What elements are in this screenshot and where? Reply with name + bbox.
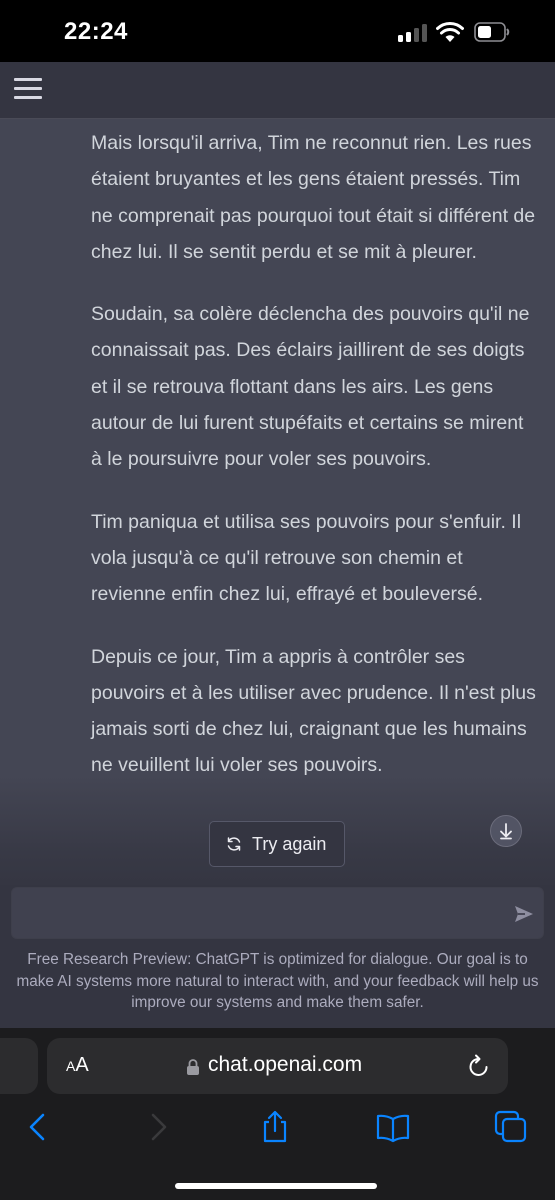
try-again-label: Try again xyxy=(252,833,327,854)
forward-icon[interactable] xyxy=(140,1110,174,1144)
reload-icon[interactable] xyxy=(467,1053,491,1079)
conversation-area[interactable]: Mais lorsqu'il arriva, Tim ne reconnut r… xyxy=(0,119,555,885)
arrow-down-icon xyxy=(500,823,512,840)
message-paragraph: Mais lorsqu'il arriva, Tim ne reconnut r… xyxy=(91,132,536,263)
hamburger-menu-icon[interactable] xyxy=(14,78,42,100)
refresh-icon xyxy=(227,837,241,851)
message-paragraph: Tim paniqua et utilisa ses pouvoirs pour… xyxy=(91,510,522,606)
bookmarks-icon[interactable] xyxy=(376,1110,410,1144)
message-paragraph: Depuis ce jour, Tim a appris à contrôler… xyxy=(91,645,536,777)
status-bar: 22:24 xyxy=(0,0,555,62)
message-input[interactable] xyxy=(24,888,498,940)
status-time: 22:24 xyxy=(64,18,128,45)
previous-tab-preview[interactable] xyxy=(0,1038,38,1094)
reader-options-button[interactable]: AA xyxy=(66,1054,89,1077)
url-text[interactable]: chat.openai.com xyxy=(208,1053,362,1077)
disclaimer-text: Free Research Preview: ChatGPT is optimi… xyxy=(16,951,539,1011)
browser-toolbar: AA chat.openai.com xyxy=(0,1028,555,1200)
tabs-icon[interactable] xyxy=(494,1110,528,1144)
share-icon[interactable] xyxy=(258,1110,292,1144)
battery-icon xyxy=(474,22,510,42)
wifi-icon xyxy=(436,21,464,42)
cellular-signal-icon xyxy=(398,24,428,42)
message-paragraph: Soudain, sa colère déclencha des pouvoir… xyxy=(91,303,530,471)
assistant-message: Mais lorsqu'il arriva, Tim ne reconnut r… xyxy=(91,125,539,810)
composer-footer: Free Research Preview: ChatGPT is optimi… xyxy=(0,885,555,1028)
app-header xyxy=(0,62,555,119)
message-input-box[interactable] xyxy=(11,887,544,940)
try-again-button[interactable]: Try again xyxy=(209,821,345,867)
send-icon[interactable] xyxy=(512,902,536,926)
lock-icon xyxy=(187,1059,199,1075)
scroll-to-bottom-button[interactable] xyxy=(490,815,522,847)
address-bar[interactable]: AA chat.openai.com xyxy=(47,1038,508,1094)
home-indicator[interactable] xyxy=(175,1183,377,1189)
back-icon[interactable] xyxy=(22,1110,56,1144)
